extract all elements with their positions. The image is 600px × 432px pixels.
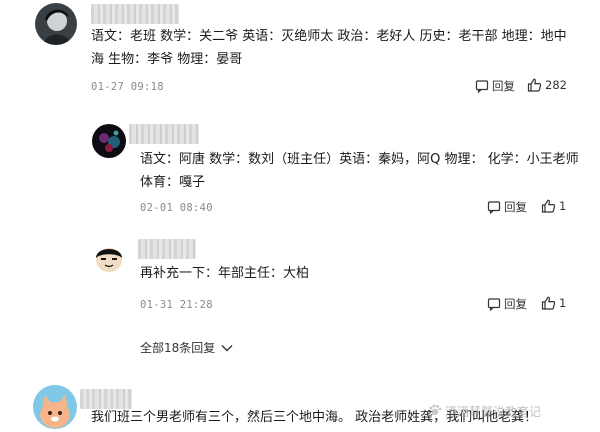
comment-text-line: 语文：老班 数学：关二爷 英语：灭绝师太 政治：老好人 历史：老干部 地理：地中 (91, 29, 567, 44)
reply-button[interactable]: 回复 (487, 296, 527, 312)
reply-text: 再补充一下：年部主任：大柏 (140, 262, 590, 285)
reply-bubble-icon (487, 200, 501, 214)
thumbs-up-icon (527, 78, 542, 92)
avatar[interactable] (33, 385, 77, 429)
expand-replies-label: 全部18条回复 (140, 341, 216, 355)
reply-button[interactable]: 回复 (475, 78, 515, 94)
comment-text: 语文：老班 数学：关二爷 英语：灭绝师太 政治：老好人 历史：老干部 地理：地中… (91, 25, 591, 71)
chevron-down-icon (221, 344, 233, 352)
like-button[interactable]: 1 (541, 199, 566, 213)
comment-timestamp: 01-27 09:18 (91, 81, 164, 93)
like-button[interactable]: 282 (527, 78, 567, 92)
username-blurred[interactable] (91, 4, 179, 24)
reply-button[interactable]: 回复 (487, 199, 527, 215)
reply-label: 回复 (504, 200, 527, 214)
like-count: 1 (559, 296, 567, 310)
expand-replies-button[interactable]: 全部18条回复 (140, 339, 233, 356)
reply-bubble-icon (475, 79, 489, 93)
reply-label: 回复 (492, 79, 515, 93)
reply-text-line: 体育：嘎子 (140, 175, 206, 190)
avatar[interactable] (92, 240, 126, 274)
reply-timestamp: 02-01 08:40 (140, 202, 213, 214)
thumbs-up-icon (541, 296, 556, 310)
comment-text-line: 海 生物：李爷 物理：晏哥 (91, 52, 243, 67)
avatar[interactable] (35, 3, 77, 45)
reply-text-line: 语文：阿唐 数学：数刘（班主任）英语：秦妈，阿Q 物理： 化学：小王老师 (140, 152, 579, 167)
reply-bubble-icon (487, 297, 501, 311)
watermark-text: 酒酒慧馨说教育记 (445, 405, 542, 419)
like-count: 1 (559, 199, 567, 213)
username-blurred[interactable] (138, 239, 196, 259)
paw-logo-icon (428, 402, 442, 421)
thumbs-up-icon (541, 199, 556, 213)
reply-text-line: 再补充一下：年部主任：大柏 (140, 266, 310, 281)
reply-timestamp: 01-31 21:28 (140, 299, 213, 311)
username-blurred[interactable] (129, 124, 199, 144)
reply-text: 语文：阿唐 数学：数刘（班主任）英语：秦妈，阿Q 物理： 化学：小王老师 体育：… (140, 148, 590, 194)
reply-label: 回复 (504, 297, 527, 311)
like-count: 282 (545, 78, 567, 92)
like-button[interactable]: 1 (541, 296, 566, 310)
watermark: 酒酒慧馨说教育记 (428, 402, 541, 421)
avatar[interactable] (92, 124, 126, 158)
